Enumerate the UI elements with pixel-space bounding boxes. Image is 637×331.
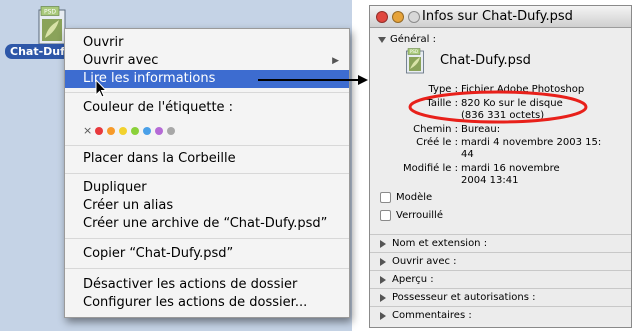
window-title: Infos sur Chat-Dufy.psd bbox=[422, 9, 573, 24]
locked-checkbox-label: Verrouillé bbox=[396, 210, 443, 221]
menu-separator bbox=[65, 173, 349, 174]
zoom-button[interactable] bbox=[408, 11, 420, 23]
close-button[interactable] bbox=[376, 11, 388, 23]
section-preview[interactable]: Aperçu : bbox=[370, 270, 631, 288]
path-label: Chemin : bbox=[413, 124, 458, 135]
label-color-dots: × bbox=[83, 125, 175, 137]
label-none-option[interactable]: × bbox=[83, 125, 92, 136]
label-gray-dot[interactable] bbox=[167, 127, 175, 135]
size-value-line-1: 820 Ko sur le disque bbox=[461, 98, 563, 109]
menu-item-open-with[interactable]: Ouvrir avec ▶ bbox=[65, 52, 349, 70]
locked-checkbox[interactable] bbox=[380, 210, 391, 221]
label-red-dot[interactable] bbox=[95, 127, 103, 135]
label-purple-dot[interactable] bbox=[155, 127, 163, 135]
created-label: Créé le : bbox=[416, 137, 458, 148]
disclosure-closed-icon bbox=[380, 257, 386, 266]
disclosure-closed-icon bbox=[380, 239, 386, 248]
disclosure-open-icon bbox=[378, 36, 386, 43]
created-value-line-1: mardi 4 novembre 2003 15: bbox=[461, 137, 602, 148]
modified-label: Modifié le : bbox=[403, 163, 458, 174]
menu-item-create-archive[interactable]: Créer une archive de “Chat-Dufy.psd” bbox=[65, 215, 349, 233]
label-blue-dot[interactable] bbox=[143, 127, 151, 135]
label-yellow-dot[interactable] bbox=[119, 127, 127, 135]
general-header-label: Général : bbox=[390, 34, 436, 45]
section-ownership-permissions[interactable]: Possesseur et autorisations : bbox=[370, 288, 631, 306]
section-name-extension[interactable]: Nom et extension : bbox=[370, 234, 631, 252]
path-value: Bureau: bbox=[461, 124, 501, 135]
created-value-line-2: 44 bbox=[461, 149, 474, 160]
psd-file-icon[interactable]: PSD bbox=[38, 6, 66, 46]
disclosure-closed-icon bbox=[380, 311, 386, 320]
menu-item-copy[interactable]: Copier “Chat-Dufy.psd” bbox=[65, 245, 349, 263]
menu-item-make-alias[interactable]: Créer un alias bbox=[65, 197, 349, 215]
menu-item-label-color: Couleur de l'étiquette : bbox=[83, 100, 234, 115]
psd-file-icon: PSD bbox=[406, 48, 424, 74]
size-value-line-2: (836 331 octets) bbox=[461, 110, 545, 121]
mouse-cursor-icon bbox=[95, 78, 109, 99]
section-label: Ouvrir avec : bbox=[392, 256, 457, 267]
file-name: Chat-Dufy.psd bbox=[440, 53, 531, 68]
section-label: Aperçu : bbox=[392, 274, 434, 285]
menu-separator bbox=[65, 145, 349, 146]
menu-separator bbox=[65, 238, 349, 239]
menu-item-move-to-trash[interactable]: Placer dans la Corbeille bbox=[65, 150, 349, 168]
modified-value-line-2: 2004 13:41 bbox=[461, 175, 519, 186]
menu-item-duplicate[interactable]: Dupliquer bbox=[65, 179, 349, 197]
window-titlebar[interactable]: Infos sur Chat-Dufy.psd bbox=[370, 6, 631, 28]
minimize-button[interactable] bbox=[392, 11, 404, 23]
type-label: Type : bbox=[428, 84, 458, 95]
section-open-with[interactable]: Ouvrir avec : bbox=[370, 252, 631, 270]
size-label: Taille : bbox=[426, 98, 458, 109]
label-orange-dot[interactable] bbox=[107, 127, 115, 135]
section-label: Possesseur et autorisations : bbox=[392, 292, 536, 303]
template-checkbox-row[interactable]: Modèle bbox=[380, 192, 432, 203]
info-window: Infos sur Chat-Dufy.psd Général : PSD Ch… bbox=[369, 5, 632, 328]
menu-item-configure-folder-actions[interactable]: Configurer les actions de dossier... bbox=[65, 294, 349, 312]
section-comments[interactable]: Commentaires : bbox=[370, 306, 631, 324]
disclosure-closed-icon bbox=[380, 275, 386, 284]
context-menu: Ouvrir Ouvrir avec ▶ Lire les informatio… bbox=[64, 28, 350, 318]
type-value: Fichier Adobe Photoshop bbox=[461, 84, 585, 95]
menu-item-open-with-label: Ouvrir avec bbox=[83, 53, 159, 68]
modified-value-line-1: mardi 16 novembre bbox=[461, 163, 560, 174]
svg-text:PSD: PSD bbox=[410, 49, 418, 54]
menu-item-open[interactable]: Ouvrir bbox=[65, 34, 349, 52]
section-label: Commentaires : bbox=[392, 310, 472, 321]
label-green-dot[interactable] bbox=[131, 127, 139, 135]
menu-separator bbox=[65, 268, 349, 269]
template-checkbox[interactable] bbox=[380, 192, 391, 203]
general-section-header[interactable]: Général : bbox=[378, 34, 436, 45]
disclosure-closed-icon bbox=[380, 293, 386, 302]
svg-text:PSD: PSD bbox=[44, 9, 56, 16]
locked-checkbox-row[interactable]: Verrouillé bbox=[380, 210, 443, 221]
submenu-arrow-icon: ▶ bbox=[332, 56, 339, 66]
template-checkbox-label: Modèle bbox=[396, 192, 433, 203]
menu-item-disable-folder-actions[interactable]: Désactiver les actions de dossier bbox=[65, 276, 349, 294]
section-label: Nom et extension : bbox=[392, 238, 488, 249]
